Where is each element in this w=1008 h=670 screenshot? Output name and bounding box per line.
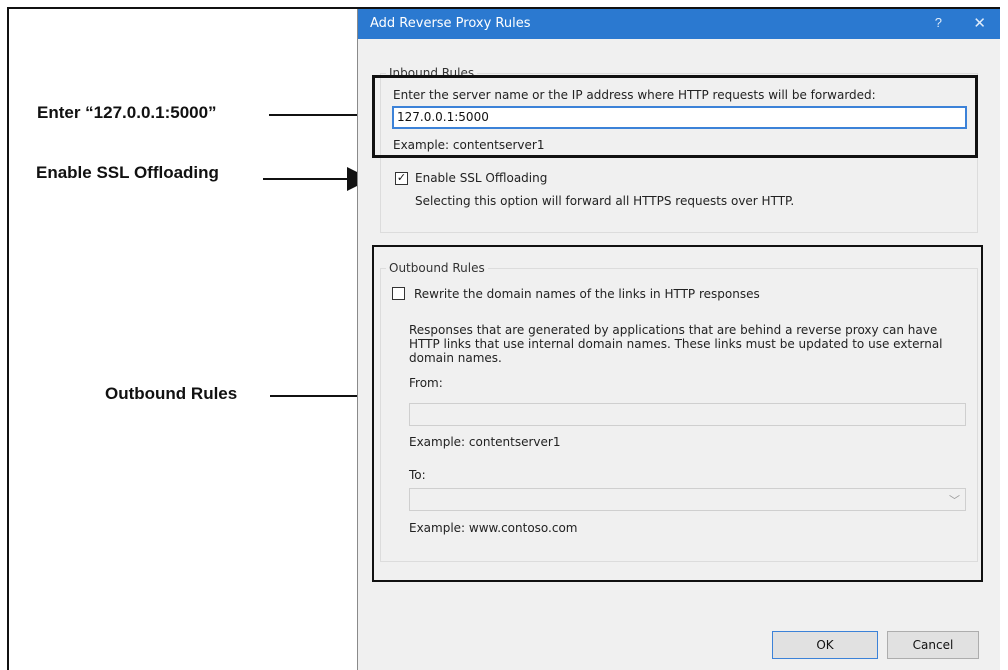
ssl-description-text: Selecting this option will forward all H… [415, 194, 795, 208]
cancel-button[interactable]: Cancel [887, 631, 979, 659]
callout-outbound: Outbound Rules [105, 384, 238, 403]
enable-ssl-checkbox[interactable]: ✓ [395, 172, 408, 185]
callout-enable-ssl: Enable SSL Offloading [36, 163, 219, 182]
add-reverse-proxy-dialog: Add Reverse Proxy Rules ? ✕ Inbound Rule… [357, 9, 1000, 670]
dialog-titlebar[interactable]: Add Reverse Proxy Rules ? ✕ [358, 9, 1000, 39]
ok-button[interactable]: OK [772, 631, 878, 659]
enable-ssl-label[interactable]: Enable SSL Offloading [415, 171, 547, 185]
help-icon[interactable]: ? [935, 15, 942, 30]
callout-line-address [269, 114, 367, 116]
outbound-highlight-box [372, 245, 983, 582]
dialog-title: Add Reverse Proxy Rules [370, 16, 531, 31]
callout-enter-address: Enter “127.0.0.1:5000” [37, 103, 217, 122]
callout-arrow-ssl-line [263, 178, 349, 180]
inbound-highlight-box [372, 75, 978, 158]
close-icon[interactable]: ✕ [973, 14, 986, 32]
